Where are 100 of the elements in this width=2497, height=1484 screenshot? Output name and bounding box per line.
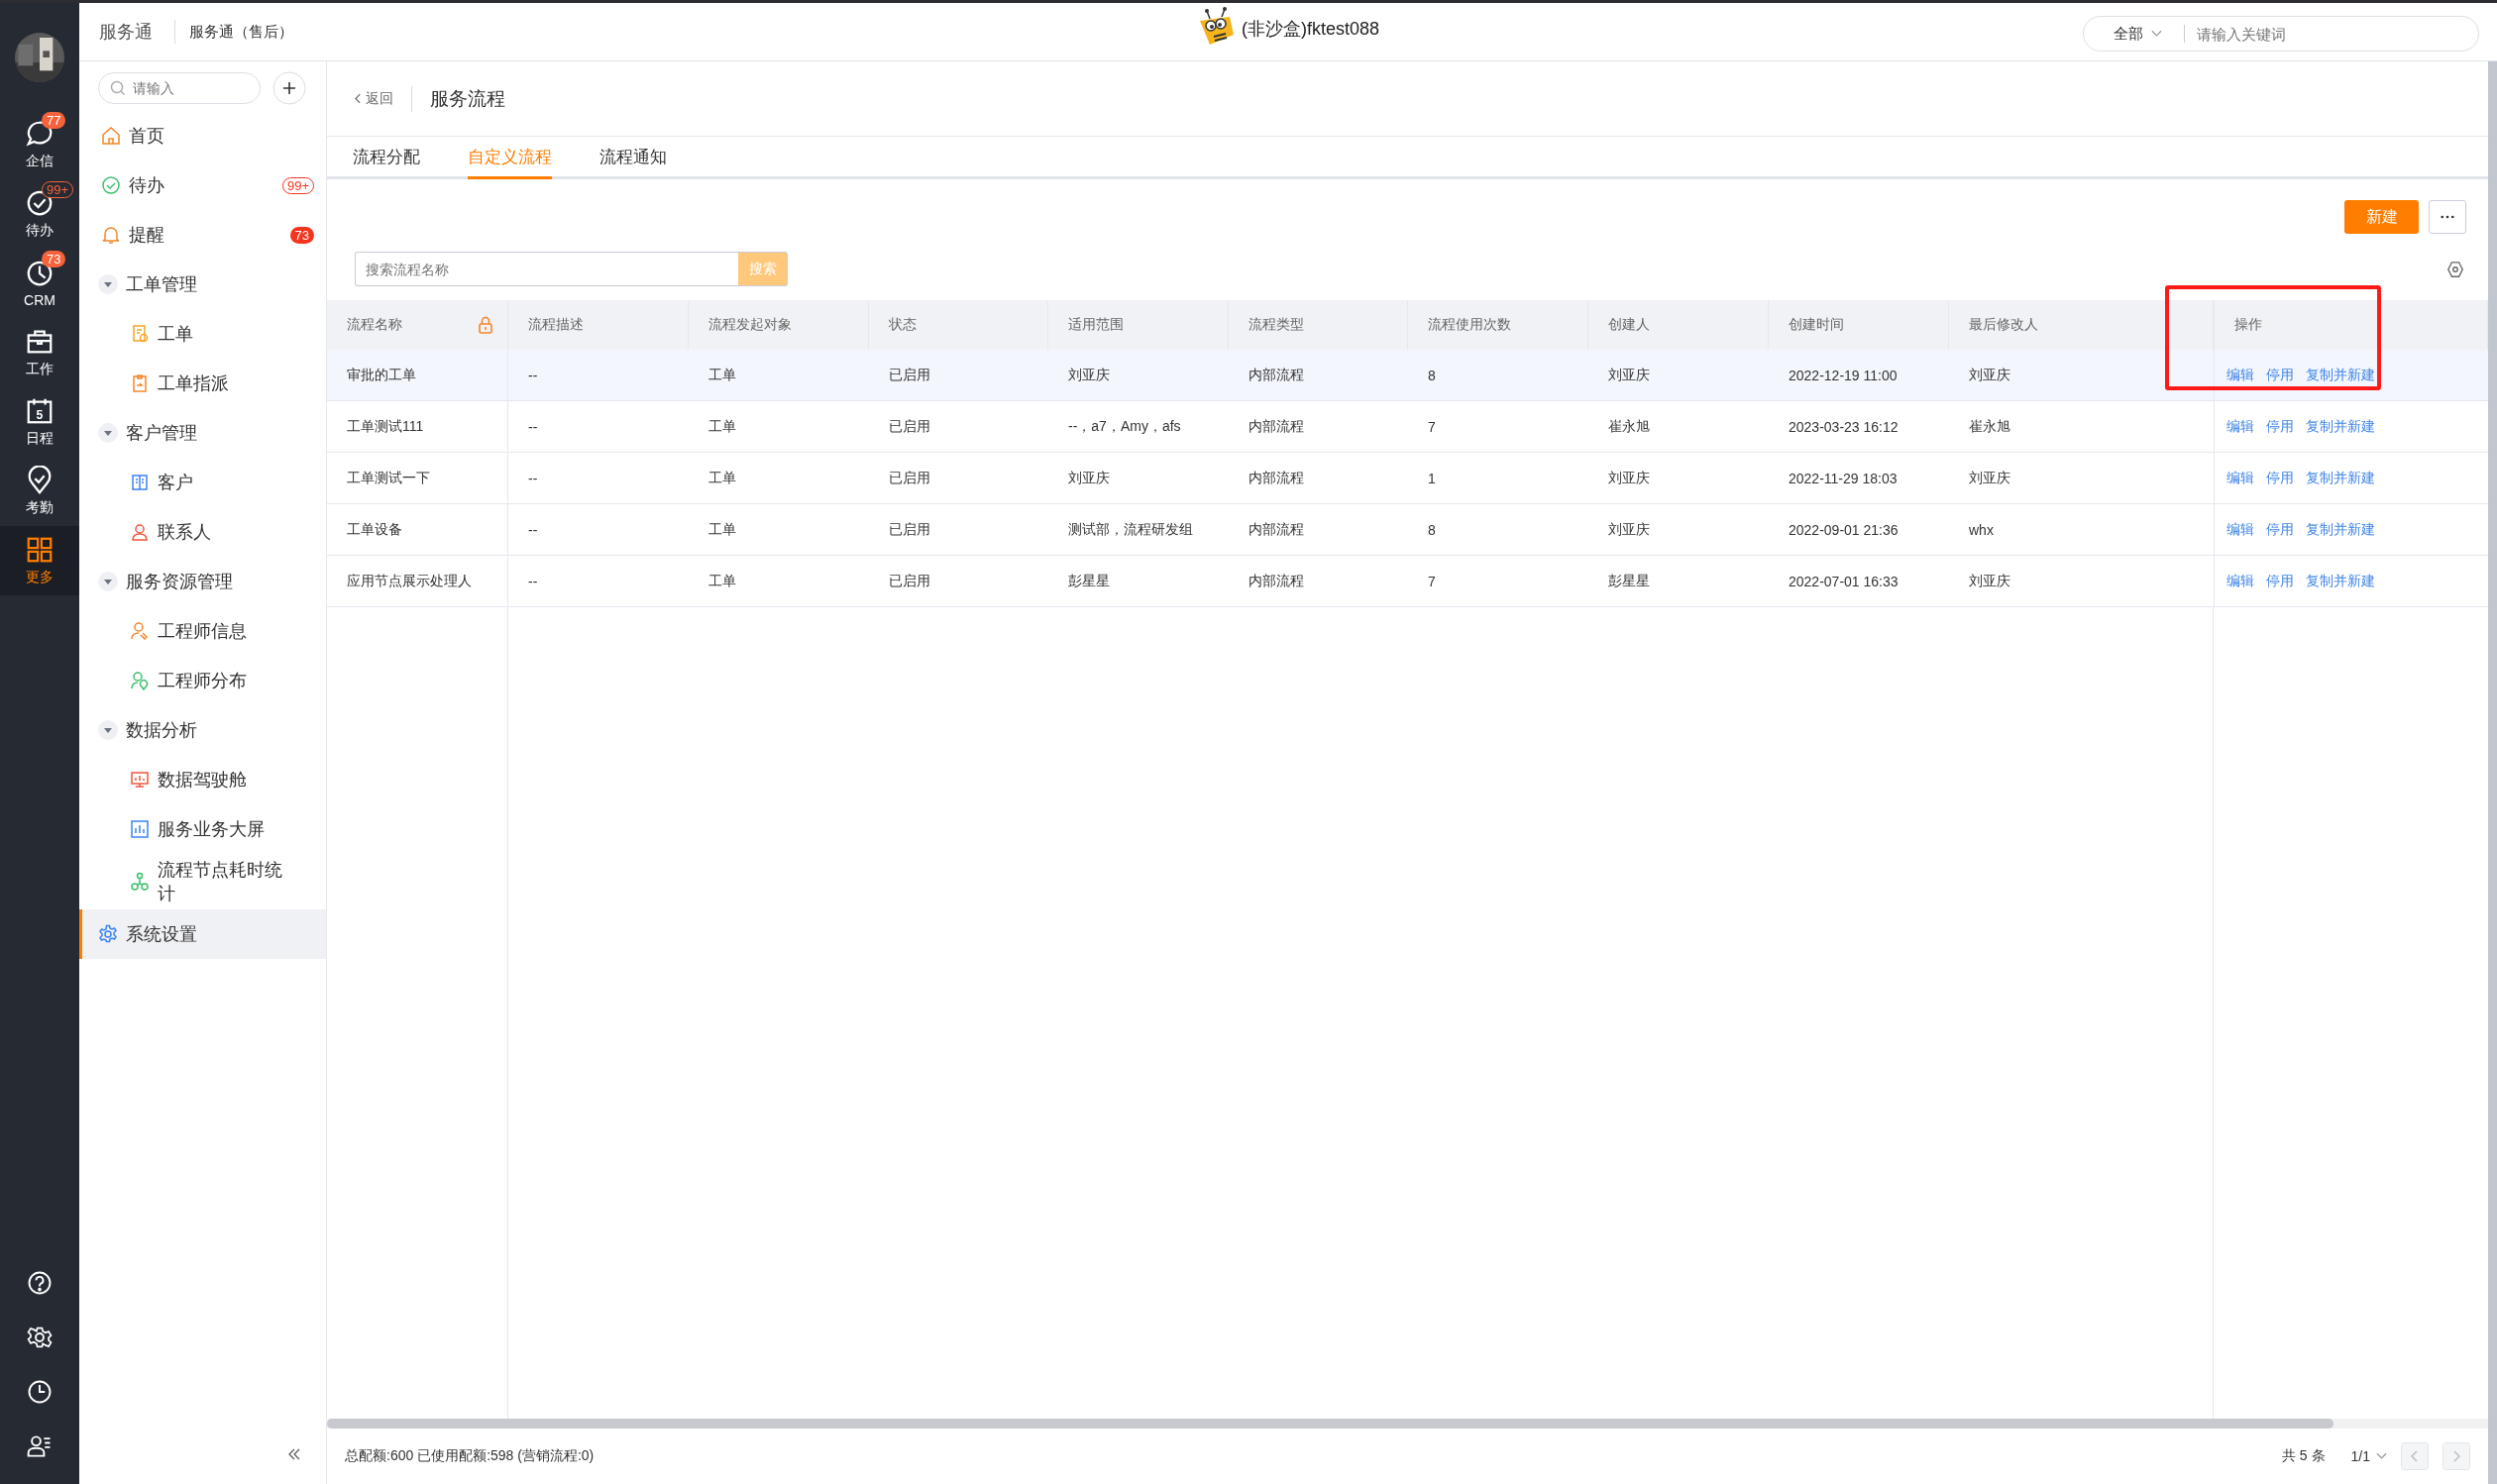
table-cell-text: 刘亚庆 (1607, 365, 1651, 384)
hexagon-settings-icon[interactable] (2446, 260, 2464, 278)
caret-icon (98, 720, 118, 740)
search-field[interactable]: 请输入 (98, 72, 261, 104)
screen-icon (130, 770, 150, 790)
scrollbar-thumb[interactable] (327, 1419, 2334, 1429)
action-link[interactable]: 复制并新建 (2306, 520, 2375, 539)
page-size-dropdown[interactable]: 1/1 (2350, 1448, 2387, 1464)
table-cell-text: --，a7，Amy，afs (1067, 416, 1182, 436)
rail-item[interactable]: 考勤 (0, 457, 79, 526)
menu-item[interactable]: 工程师分布 (79, 656, 326, 705)
table-cell: 工单测试一下 (327, 453, 508, 503)
scope-dropdown[interactable]: 全部 (2114, 24, 2162, 44)
action-link[interactable]: 复制并新建 (2306, 469, 2375, 487)
rail-label: 企信 (26, 153, 54, 170)
table-cell-text: 内部流程 (1248, 571, 1305, 590)
tab[interactable]: 流程通知 (599, 137, 667, 179)
rail-label: 日程 (26, 430, 54, 448)
action-link[interactable]: 停用 (2266, 572, 2294, 590)
table-cell-text: 彭星星 (1607, 571, 1651, 590)
menu-item[interactable]: 客户 (79, 458, 326, 507)
building-icon (130, 473, 150, 492)
menu-group[interactable]: 工单管理 (79, 260, 326, 309)
rail-item[interactable]: 5 日程 (0, 387, 79, 457)
menu-item[interactable]: 流程节点耗时统计 (79, 854, 326, 909)
menu-item[interactable]: 系统设置 (79, 909, 326, 959)
scrollbar-thumb[interactable] (2488, 61, 2497, 1484)
rail-label: 考勤 (26, 499, 54, 517)
menu-item[interactable]: 服务业务大屏 (79, 804, 326, 854)
caret-icon (2151, 30, 2162, 38)
table-cell-text: -- (527, 469, 539, 488)
menu-group[interactable]: 服务资源管理 (79, 557, 326, 606)
menu-item[interactable]: 数据驾驶舱 (79, 755, 326, 804)
action-link[interactable]: 编辑 (2226, 469, 2254, 487)
rail-label: CRM (24, 292, 55, 308)
table-cell-text: 2022-11-29 18:03 (1788, 469, 1899, 488)
rail-item[interactable]: 待办 99+ (0, 179, 79, 249)
table-cell-text: 工单 (707, 519, 737, 539)
more-icon (2441, 215, 2454, 219)
action-link[interactable]: 编辑 (2226, 520, 2254, 539)
table-cell-text: 内部流程 (1248, 365, 1305, 384)
table-cell-text: 内部流程 (1248, 468, 1305, 487)
menu-group[interactable]: 客户管理 (79, 408, 326, 458)
table-cell-text: 内部流程 (1248, 416, 1305, 436)
account-name[interactable]: (非沙盒)fktest088 (1242, 17, 1380, 41)
menu-item[interactable]: 工单 (79, 309, 326, 359)
table-row[interactable]: 工单测试111 -- 工单 已启用 --，a7，Amy，afs 内部流程 7 崔永旭 2023-03-23 16:12 崔永旭 编辑 停用 复制并新建 (327, 401, 2488, 453)
table-row[interactable]: 工单设备 -- 工单 已启用 测试部，流程研发组 内部流程 8 刘亚庆 2022-09-01 21:36 whx 编辑 停用 复制并新建 (327, 504, 2488, 556)
table-cell: 审批的工单 (327, 350, 508, 400)
table-cell-text: -- (527, 520, 539, 540)
action-link[interactable]: 编辑 (2226, 366, 2254, 384)
engineer-icon (130, 621, 150, 641)
contacts-icon[interactable] (26, 1432, 54, 1460)
menu-item[interactable]: 首页 (79, 111, 326, 160)
grid-icon (25, 535, 54, 565)
action-link[interactable]: 复制并新建 (2306, 417, 2375, 436)
table-row[interactable]: 审批的工单 -- 工单 已启用 刘亚庆 内部流程 8 刘亚庆 2022-12-19 11:00 刘亚庆 编辑 停用 复制并新建 (327, 350, 2488, 401)
bars-icon (130, 819, 150, 839)
action-link[interactable]: 复制并新建 (2306, 572, 2375, 590)
add-button[interactable] (272, 71, 306, 105)
action-link[interactable]: 停用 (2266, 417, 2294, 436)
module-name[interactable]: 服务通（售后） (189, 22, 293, 42)
clock-icon[interactable] (26, 1378, 54, 1406)
action-link[interactable]: 停用 (2266, 520, 2294, 539)
menu-item[interactable]: 工程师信息 (79, 606, 326, 656)
table-cell-text: 工单 (707, 571, 737, 590)
gear-icon (98, 924, 118, 944)
table-cell-text: 刘亚庆 (1968, 571, 2011, 590)
menu-item[interactable]: 待办 99+ (79, 160, 326, 210)
menu-item[interactable]: 提醒 73 (79, 210, 326, 260)
app-name[interactable]: 服务通 (99, 20, 175, 44)
caret-icon (2376, 1452, 2387, 1460)
rail-item[interactable]: CRM 73 (0, 249, 79, 318)
table-cell-text: 已启用 (888, 416, 931, 436)
table-cell-text: 7 (1427, 417, 1437, 437)
table-cell-text: 刘亚庆 (1968, 468, 2011, 487)
rail-item[interactable]: 更多 (0, 526, 79, 595)
action-link[interactable]: 停用 (2266, 366, 2294, 384)
action-link[interactable]: 编辑 (2226, 417, 2254, 436)
rail-item[interactable]: 企信 77 (0, 110, 79, 179)
help-icon[interactable] (26, 1269, 54, 1297)
back-link[interactable]: 返回 (355, 89, 393, 108)
rail-item[interactable]: 工作 (0, 318, 79, 387)
table-cell-text: 刘亚庆 (1607, 468, 1651, 487)
menu-item[interactable]: 联系人 (79, 507, 326, 557)
tab[interactable]: 流程分配 (353, 137, 420, 179)
menu-group[interactable]: 数据分析 (79, 705, 326, 755)
quota-text: 总配额:600 已使用配额:598 (营销流程:0) (345, 1447, 595, 1465)
collapse-icon[interactable] (286, 1446, 302, 1462)
table-row[interactable]: 应用节点展示处理人 -- 工单 已启用 彭星星 内部流程 7 彭星星 2022-07-01 16:33 刘亚庆 编辑 停用 复制并新建 (327, 556, 2488, 607)
action-link[interactable]: 复制并新建 (2306, 366, 2375, 384)
table-row[interactable]: 工单测试一下 -- 工单 已启用 刘亚庆 内部流程 1 刘亚庆 2022-11-29 18:03 刘亚庆 编辑 停用 复制并新建 (327, 453, 2488, 504)
engineer-pin-icon (130, 671, 150, 690)
action-link[interactable]: 停用 (2266, 469, 2294, 487)
menu-item[interactable]: 工单指派 (79, 359, 326, 408)
count-badge: 73 (42, 251, 66, 267)
table-cell-text: 已启用 (888, 365, 931, 384)
table-cell-text: 已启用 (888, 468, 931, 487)
action-link[interactable]: 编辑 (2226, 572, 2254, 590)
rail-label: 工作 (26, 361, 54, 378)
